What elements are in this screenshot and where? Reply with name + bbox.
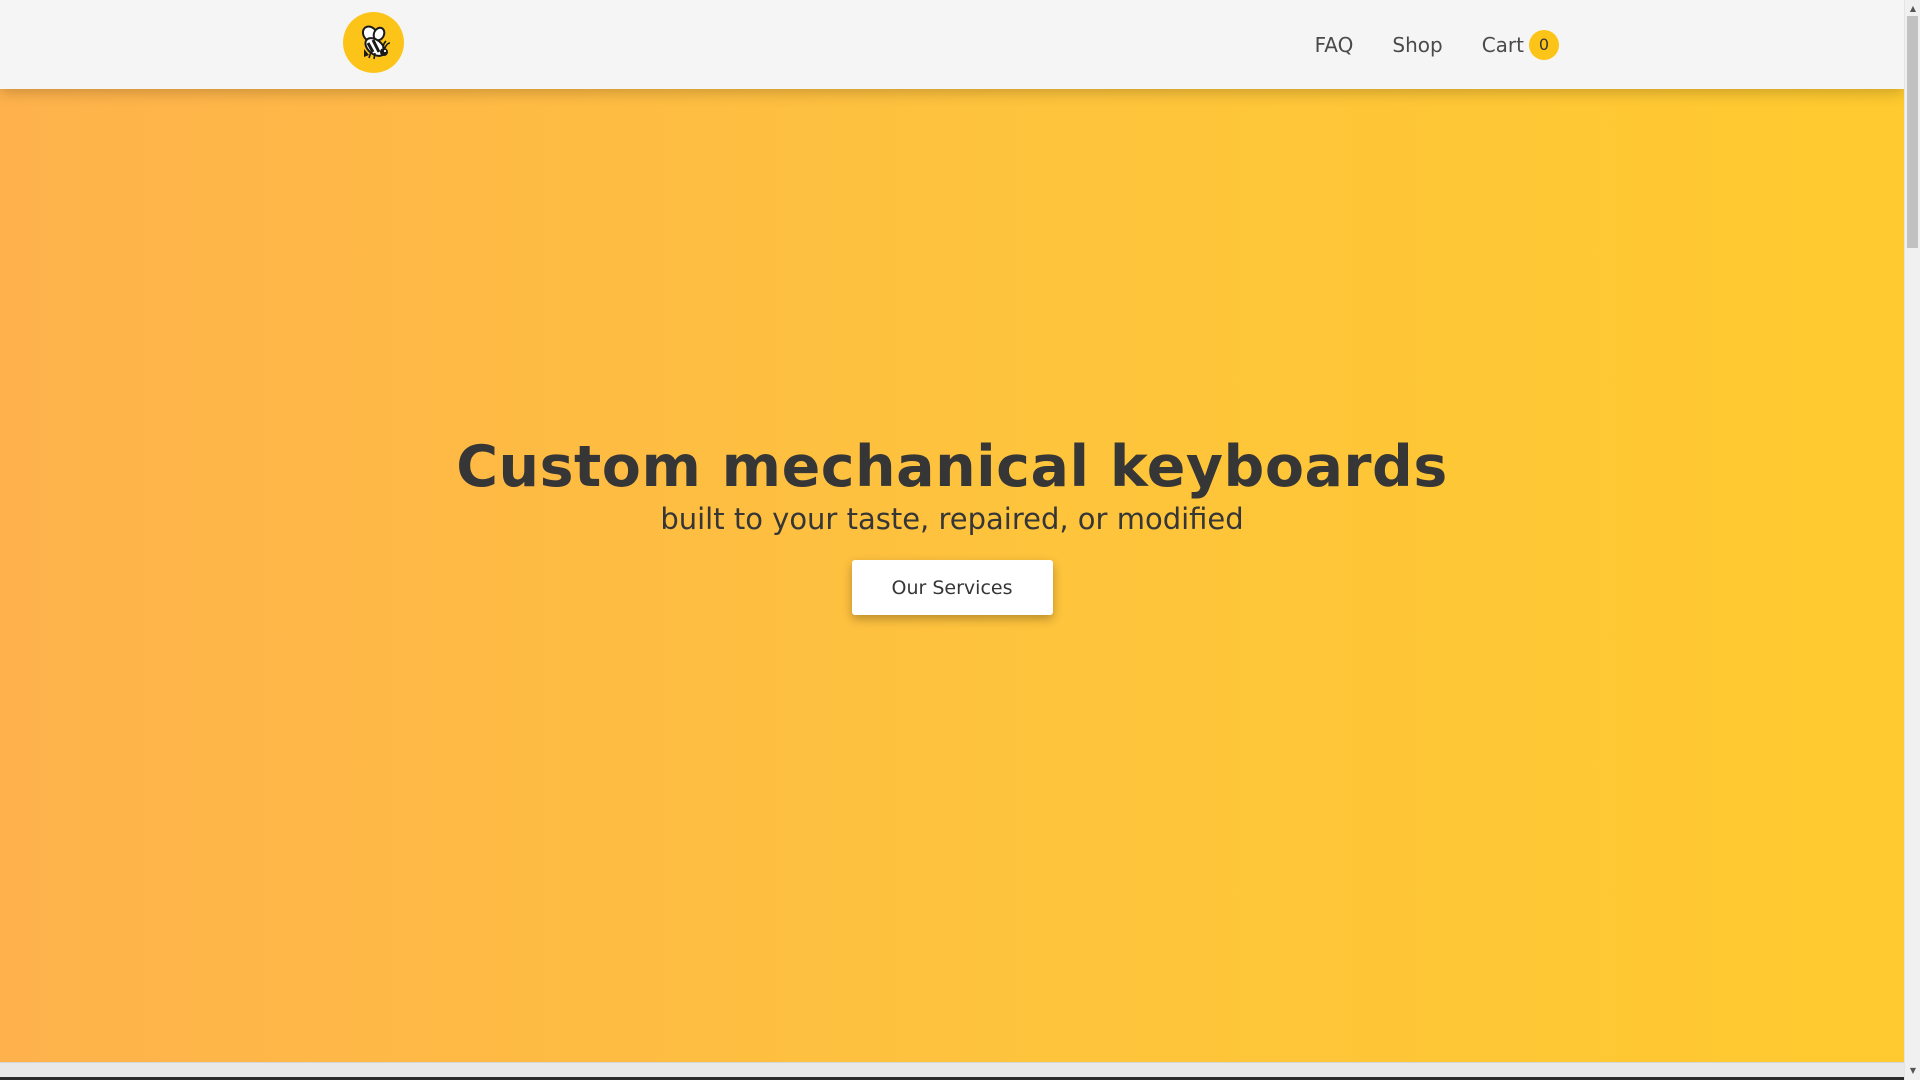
hero-title: Custom mechanical keyboards <box>456 434 1448 500</box>
vertical-scrollbar[interactable]: ▲ ▼ <box>1904 0 1920 1080</box>
horizontal-scrollbar-area <box>0 1062 1904 1080</box>
scroll-down-arrow-icon[interactable]: ▼ <box>1905 1063 1920 1077</box>
our-services-button[interactable]: Our Services <box>851 560 1053 615</box>
scrollbar-thumb[interactable] <box>1907 16 1918 248</box>
hero-subtitle: built to your taste, repaired, or modifi… <box>660 502 1244 536</box>
bee-icon <box>361 24 390 59</box>
nav-links: FAQ Shop Cart 0 <box>1276 0 1559 89</box>
logo-link[interactable] <box>343 12 404 73</box>
scroll-up-arrow-icon[interactable]: ▲ <box>1905 1 1920 15</box>
cart-count-badge: 0 <box>1529 29 1559 60</box>
navbar: FAQ Shop Cart 0 <box>0 0 1904 89</box>
nav-cart-link[interactable]: Cart 0 <box>1481 29 1559 60</box>
hero-content: Custom mechanical keyboards built to you… <box>0 431 1904 615</box>
nav-faq-link[interactable]: FAQ <box>1315 33 1354 57</box>
hero-section: Custom mechanical keyboards built to you… <box>0 89 1904 1062</box>
cart-label: Cart <box>1481 32 1524 57</box>
page: FAQ Shop Cart 0 Custom mechanical keyboa… <box>0 0 1920 1080</box>
nav-shop-link[interactable]: Shop <box>1392 33 1442 57</box>
browser-viewport: FAQ Shop Cart 0 Custom mechanical keyboa… <box>0 0 1904 1062</box>
